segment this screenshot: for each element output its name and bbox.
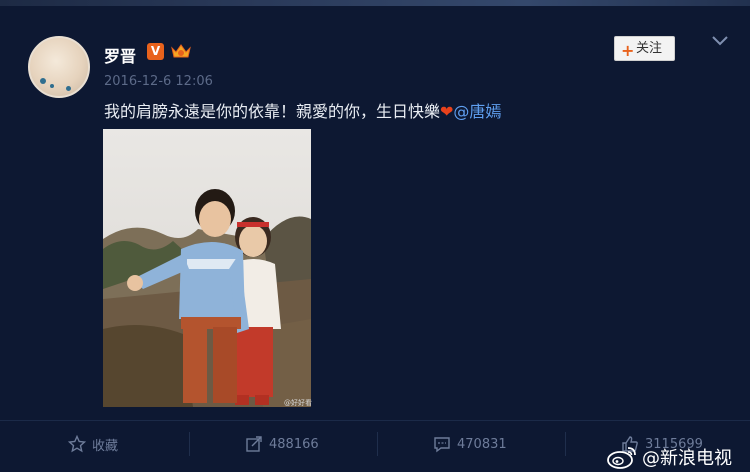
weibo-logo-icon — [607, 447, 636, 469]
avatar-detail — [50, 84, 54, 88]
comment-button[interactable]: 470831 — [433, 434, 507, 454]
chevron-down-icon[interactable] — [710, 34, 730, 48]
photo-illustration — [103, 129, 311, 407]
post-timestamp[interactable]: 2016-12-6 12:06 — [104, 74, 213, 89]
action-separator — [377, 432, 378, 456]
sina-tv-watermark: @新浪电视 — [606, 442, 732, 472]
username[interactable]: 罗晋 — [104, 43, 136, 67]
weibo-post-card: 罗晋 V 2016-12-6 12:06 + 关注 我的肩膀永遠是你的依靠！親愛… — [0, 6, 750, 472]
post-photo[interactable] — [103, 129, 311, 407]
post-text: 我的肩膀永遠是你的依靠！親愛的你，生日快樂❤@唐嫣 — [104, 98, 501, 122]
repost-count: 488166 — [269, 436, 319, 452]
repost-button[interactable]: 488166 — [245, 434, 319, 454]
brand-text: @新浪电视 — [642, 448, 732, 469]
follow-label: 关注 — [636, 41, 663, 56]
action-bar-divider — [0, 420, 750, 421]
comment-count: 470831 — [457, 436, 507, 452]
photo-watermark: @好好看 — [284, 399, 312, 407]
repost-icon — [246, 436, 262, 452]
avatar[interactable] — [28, 36, 90, 98]
action-separator — [189, 432, 190, 456]
comment-icon — [434, 437, 450, 453]
action-separator — [565, 432, 566, 456]
plus-icon: + — [621, 41, 635, 60]
verified-v-icon: V — [147, 43, 164, 60]
follow-button[interactable]: + 关注 — [614, 36, 675, 61]
favorite-label: 收藏 — [92, 438, 119, 454]
post-body: 我的肩膀永遠是你的依靠！親愛的你，生日快樂 — [104, 102, 441, 121]
vip-crown-icon — [171, 44, 191, 58]
avatar-detail — [40, 78, 46, 84]
avatar-detail — [66, 86, 71, 91]
favorite-button[interactable]: 收藏 — [68, 434, 118, 454]
mention-link[interactable]: @唐嫣 — [453, 102, 501, 121]
heart-emoji-icon: ❤ — [440, 102, 454, 121]
star-icon — [68, 435, 86, 453]
